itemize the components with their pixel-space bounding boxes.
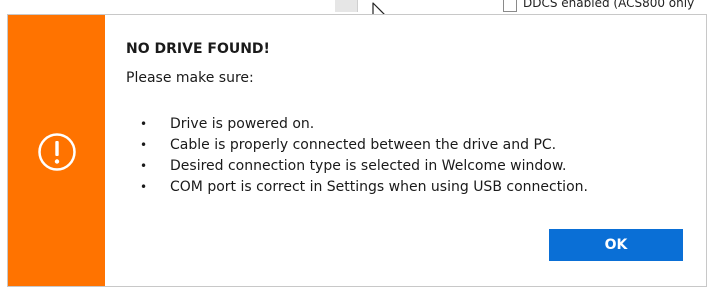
bullet-glyph: • xyxy=(140,138,148,152)
checklist: • Drive is powered on. • Cable is proper… xyxy=(126,114,588,198)
list-item: • Cable is properly connected between th… xyxy=(126,135,588,156)
dialog-title: NO DRIVE FOUND! xyxy=(126,41,270,57)
list-item: • COM port is correct in Settings when u… xyxy=(126,177,588,198)
list-item: • Desired connection type is selected in… xyxy=(126,156,588,177)
ddcs-checkbox[interactable] xyxy=(503,0,517,12)
ok-button[interactable]: OK xyxy=(549,229,683,261)
list-item-text: Drive is powered on. xyxy=(170,116,315,132)
background-field[interactable] xyxy=(335,0,358,12)
ddcs-checkbox-label: DDCS enabled (ACS800 only xyxy=(523,0,695,10)
error-dialog: NO DRIVE FOUND! Please make sure: • Driv… xyxy=(7,14,707,287)
list-item-text: Desired connection type is selected in W… xyxy=(170,158,567,174)
dialog-accent-bar xyxy=(8,15,105,286)
exclamation-circle-icon xyxy=(38,133,76,171)
bullet-glyph: • xyxy=(140,117,148,131)
bullet-glyph: • xyxy=(140,180,148,194)
list-item: • Drive is powered on. xyxy=(126,114,588,135)
dialog-subtitle: Please make sure: xyxy=(126,70,254,86)
list-item-text: COM port is correct in Settings when usi… xyxy=(170,179,588,195)
bullet-glyph: • xyxy=(140,159,148,173)
background-window: DDCS enabled (ACS800 only xyxy=(0,0,709,14)
list-item-text: Cable is properly connected between the … xyxy=(170,137,557,153)
